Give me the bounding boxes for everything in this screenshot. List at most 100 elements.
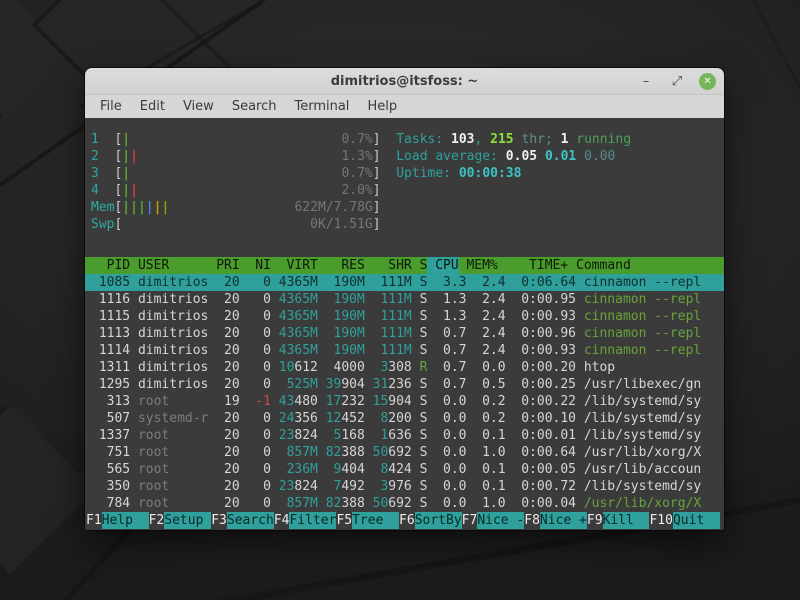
cell-s: S — [420, 274, 428, 291]
fnkey-f6-sortby[interactable]: F6SortBy — [399, 512, 462, 529]
column-header-pid[interactable]: PID — [91, 257, 130, 274]
cell-cmd: cinnamon --repl — [584, 308, 724, 325]
column-header-ni[interactable]: NI — [247, 257, 270, 274]
fnkey-f10-quit[interactable]: F10Quit — [649, 512, 719, 529]
table-row[interactable]: 313root19-1434801723215904S0.00.20:00.22… — [91, 393, 724, 410]
fnkey-action-label: SortBy — [415, 512, 462, 529]
table-row[interactable]: 784root200857M8238850692S0.01.00:00.04/u… — [91, 495, 724, 512]
cell-cmd: cinnamon --repl — [584, 342, 724, 359]
table-row[interactable]: 1113dimitrios2004365M190M111MS0.72.40:00… — [91, 325, 724, 342]
fnkey-f5-tree[interactable]: F5Tree — [336, 512, 399, 529]
uptime-line: Uptime: 00:00:38 — [396, 165, 631, 182]
fnkey-f9-kill[interactable]: F9Kill — [587, 512, 650, 529]
fnkey-action-label: Nice + — [540, 512, 587, 529]
table-row[interactable]: 565root200236M94048424S0.00.10:00.05/usr… — [91, 461, 724, 478]
cell-mem: 2.4 — [474, 291, 505, 308]
cell-s: S — [420, 342, 428, 359]
column-header-pri[interactable]: PRI — [216, 257, 239, 274]
fnkey-f7-nice-[interactable]: F7Nice - — [462, 512, 525, 529]
cell-shr-segment: 111M — [380, 275, 411, 290]
cell-cpu: 1.3 — [435, 291, 466, 308]
menu-item-search[interactable]: Search — [223, 97, 286, 116]
menu-item-edit[interactable]: Edit — [131, 97, 174, 116]
cpu2-meter: 2[||1.3%] — [91, 148, 381, 165]
desktop: dimitrios@itsfoss: ~ – ⤢ ✕ FileEditViewS… — [0, 0, 800, 600]
cell-virt: 43480 — [279, 393, 318, 410]
table-row[interactable]: 751root200857M8238850692S0.01.00:00.64/u… — [91, 444, 724, 461]
maximize-button[interactable]: ⤢ — [668, 73, 686, 91]
meter-bar-fill: || — [122, 182, 138, 199]
menu-item-view[interactable]: View — [174, 97, 223, 116]
minimize-button[interactable]: – — [637, 73, 655, 91]
table-row[interactable]: 350root2002382474923976S0.00.10:00.72/li… — [91, 478, 724, 495]
meter-bar-segment: | — [138, 200, 146, 215]
process-table: PIDUSERPRINIVIRTRESSHRSCPU%MEM%TIME+Comm… — [85, 257, 724, 512]
fnkey-f3-search[interactable]: F3Search — [211, 512, 274, 529]
column-header-time[interactable]: TIME+ — [506, 257, 569, 274]
meter-bracket: [ — [114, 148, 122, 165]
fnkey-label: F5 — [336, 512, 352, 529]
table-row[interactable]: 1295dimitrios200525M3990431236S0.70.50:0… — [91, 376, 724, 393]
menubar: FileEditViewSearchTerminalHelp — [85, 95, 724, 118]
column-header-command[interactable]: Command — [576, 257, 724, 274]
meter-value: 0.7% — [341, 131, 372, 148]
menu-item-file[interactable]: File — [91, 97, 131, 116]
titlebar[interactable]: dimitrios@itsfoss: ~ – ⤢ ✕ — [85, 68, 724, 95]
fnkey-f2-setup[interactable]: F2Setup — [149, 512, 212, 529]
column-header-virt[interactable]: VIRT — [279, 257, 318, 274]
column-header-shr[interactable]: SHR — [373, 257, 412, 274]
cell-user: dimitrios — [138, 308, 208, 325]
table-row[interactable]: 1115dimitrios2004365M190M111MS1.32.40:00… — [91, 308, 724, 325]
menu-item-terminal[interactable]: Terminal — [285, 97, 358, 116]
cell-pid: 1115 — [91, 308, 130, 325]
terminal-screen[interactable]: 1[|0.7%]2[||1.3%]3[|0.7%]4[||2.0%]Mem[||… — [85, 118, 724, 530]
column-header-s[interactable]: S — [420, 257, 428, 274]
cell-virt-segment: 4365M — [279, 326, 318, 341]
cell-pid: 507 — [91, 410, 130, 427]
fnkey-action-label: Filter — [289, 512, 336, 529]
table-row[interactable]: 1337root2002382451681636S0.00.10:00.01/l… — [91, 427, 724, 444]
column-header-user[interactable]: USER — [138, 257, 208, 274]
cell-shr-segment: 50 — [373, 496, 389, 511]
cell-virt-segment: 23 — [279, 479, 295, 494]
cell-pid: 1085 — [91, 274, 130, 291]
meter-value: 0.7% — [341, 165, 372, 182]
cell-user: root — [138, 427, 208, 444]
fnkey-label: F9 — [587, 512, 603, 529]
cell-mem: 0.1 — [474, 427, 505, 444]
table-row[interactable]: 1311dimitrios2001061240003308R0.70.00:00… — [91, 359, 724, 376]
cpu-mem-meters: 1[|0.7%]2[||1.3%]3[|0.7%]4[||2.0%]Mem[||… — [91, 131, 381, 233]
fnkey-f1-help[interactable]: F1Help — [86, 512, 149, 529]
cell-ni: 0 — [247, 308, 270, 325]
fnkey-f8-nice+[interactable]: F8Nice + — [524, 512, 587, 529]
cell-shr: 3976 — [373, 478, 412, 495]
fnkey-label: F8 — [524, 512, 540, 529]
table-row[interactable]: 1085dimitrios2004365M190M111MS3.32.40:06… — [85, 274, 724, 291]
meter-bar-segment: | — [122, 132, 130, 147]
cell-virt: 10612 — [279, 359, 318, 376]
fnkey-action-label: Quit — [673, 512, 720, 529]
cell-shr-segment: 904 — [388, 394, 411, 409]
cell-cmd: /lib/systemd/sy — [584, 393, 724, 410]
column-header-mem[interactable]: MEM% — [466, 257, 497, 274]
column-header-cpu[interactable]: CPU% — [427, 257, 458, 274]
cpu3-meter: 3[|0.7%] — [91, 165, 381, 182]
cell-res: 190M — [326, 274, 365, 291]
cell-virt: 4365M — [279, 342, 318, 359]
cell-shr-segment: 15 — [373, 394, 389, 409]
cell-virt-segment: 24 — [279, 411, 295, 426]
cell-pid: 1337 — [91, 427, 130, 444]
column-header-res[interactable]: RES — [326, 257, 365, 274]
table-row[interactable]: 1114dimitrios2004365M190M111MS0.72.40:00… — [91, 342, 724, 359]
cell-pri: 20 — [216, 461, 239, 478]
meter-bracket: [ — [114, 199, 122, 216]
fnkey-action-label: Search — [227, 512, 274, 529]
close-button[interactable]: ✕ — [699, 73, 716, 90]
cell-res-segment: 17 — [326, 394, 342, 409]
table-row[interactable]: 1116dimitrios2004365M190M111MS1.32.40:00… — [91, 291, 724, 308]
fnkey-f4-filter[interactable]: F4Filter — [274, 512, 337, 529]
cell-shr: 111M — [373, 325, 412, 342]
table-row[interactable]: 507systemd-r20024356124528200S0.00.20:00… — [91, 410, 724, 427]
menu-item-help[interactable]: Help — [358, 97, 406, 116]
cell-pri: 20 — [216, 325, 239, 342]
